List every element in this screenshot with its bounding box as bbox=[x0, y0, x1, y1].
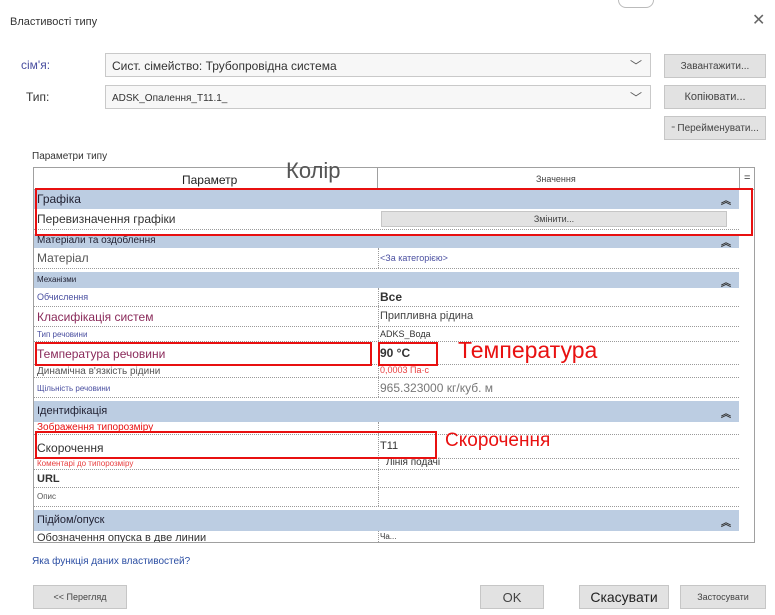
top-ribbon-fragment bbox=[608, 0, 775, 8]
row-viscosity[interactable]: Динамічна в'язкість рідини 0,0003 Па·с bbox=[34, 365, 739, 378]
row-url[interactable]: URL bbox=[34, 470, 739, 488]
chevron-down-icon: ﹀ bbox=[629, 91, 642, 105]
group-rise[interactable]: Підйом/опуск ︽ bbox=[34, 510, 739, 531]
annotation-color-label: Колір bbox=[286, 158, 341, 183]
copy-button[interactable]: Копіювати... bbox=[664, 85, 766, 109]
help-link[interactable]: Яка функція даних властивостей? bbox=[32, 556, 190, 567]
annotation-box-graphics bbox=[35, 188, 753, 236]
group-materials[interactable]: Матеріали та оздоблення ︽ bbox=[34, 234, 739, 249]
rename-icon: ⁼ bbox=[671, 123, 676, 133]
type-select[interactable]: ADSK_Опалення_Т11.1_ ﹀ bbox=[105, 85, 651, 109]
cancel-button[interactable]: Скасувати bbox=[579, 585, 669, 609]
preview-button[interactable]: << Перегляд bbox=[33, 585, 127, 609]
collapse-icon[interactable]: ︽ bbox=[721, 274, 731, 289]
annotation-temperature-label: Температура bbox=[458, 337, 598, 363]
load-button[interactable]: Завантажити... bbox=[664, 54, 766, 78]
rename-button[interactable]: ⁼ Перейменувати... bbox=[664, 116, 766, 140]
column-header-extra[interactable]: = bbox=[740, 168, 754, 190]
family-label: сім'я: bbox=[21, 58, 51, 72]
annotation-abbrev-label: Скорочення bbox=[445, 430, 551, 451]
row-density[interactable]: Щільність речовини 965.323000 кг/куб. м bbox=[34, 378, 739, 398]
row-rise-symbol[interactable]: Обозначення опуска в две линии Ча... bbox=[34, 531, 739, 542]
row-system-class[interactable]: Класифікація систем Припливна рідина bbox=[34, 307, 739, 327]
apply-button[interactable]: Застосувати bbox=[680, 585, 766, 609]
annotation-box-abbreviation bbox=[35, 431, 437, 459]
collapse-icon[interactable]: ︽ bbox=[721, 514, 731, 529]
row-description[interactable]: Опис bbox=[34, 488, 739, 507]
family-select-value: Сист. сімейство: Трубопровідна система bbox=[112, 59, 337, 73]
rename-button-label: Перейменувати... bbox=[677, 122, 759, 134]
collapse-icon[interactable]: ︽ bbox=[721, 234, 731, 249]
row-material[interactable]: Матеріал <За категорією> bbox=[34, 248, 739, 269]
type-select-value: ADSK_Опалення_Т11.1_ bbox=[112, 93, 228, 104]
type-params-label: Параметри типу bbox=[32, 151, 108, 162]
row-fluid-type[interactable]: Тип речовини ADKS_Вода bbox=[34, 327, 739, 342]
column-header-value[interactable]: Значення bbox=[378, 168, 740, 190]
ok-button[interactable]: OK bbox=[480, 585, 544, 609]
group-mechanisms[interactable]: Механізми ︽ bbox=[34, 272, 739, 289]
collapse-icon[interactable]: ︽ bbox=[721, 405, 731, 420]
dialog-title: Властивості типу bbox=[10, 16, 98, 28]
annotation-box-temperature-name bbox=[35, 342, 372, 366]
type-label: Тип: bbox=[26, 90, 50, 104]
group-identification[interactable]: Ідентифікація ︽ bbox=[34, 401, 739, 422]
family-select[interactable]: Сист. сімейство: Трубопровідна система ﹀ bbox=[105, 53, 651, 77]
row-calculation[interactable]: Обчислення Все bbox=[34, 288, 739, 307]
close-icon[interactable]: ✕ bbox=[752, 10, 765, 30]
annotation-box-temperature-value bbox=[378, 342, 438, 366]
row-size-comment[interactable]: Коментарі до типорозміру Лінія подачі bbox=[34, 457, 739, 470]
chevron-down-icon: ﹀ bbox=[629, 59, 642, 73]
